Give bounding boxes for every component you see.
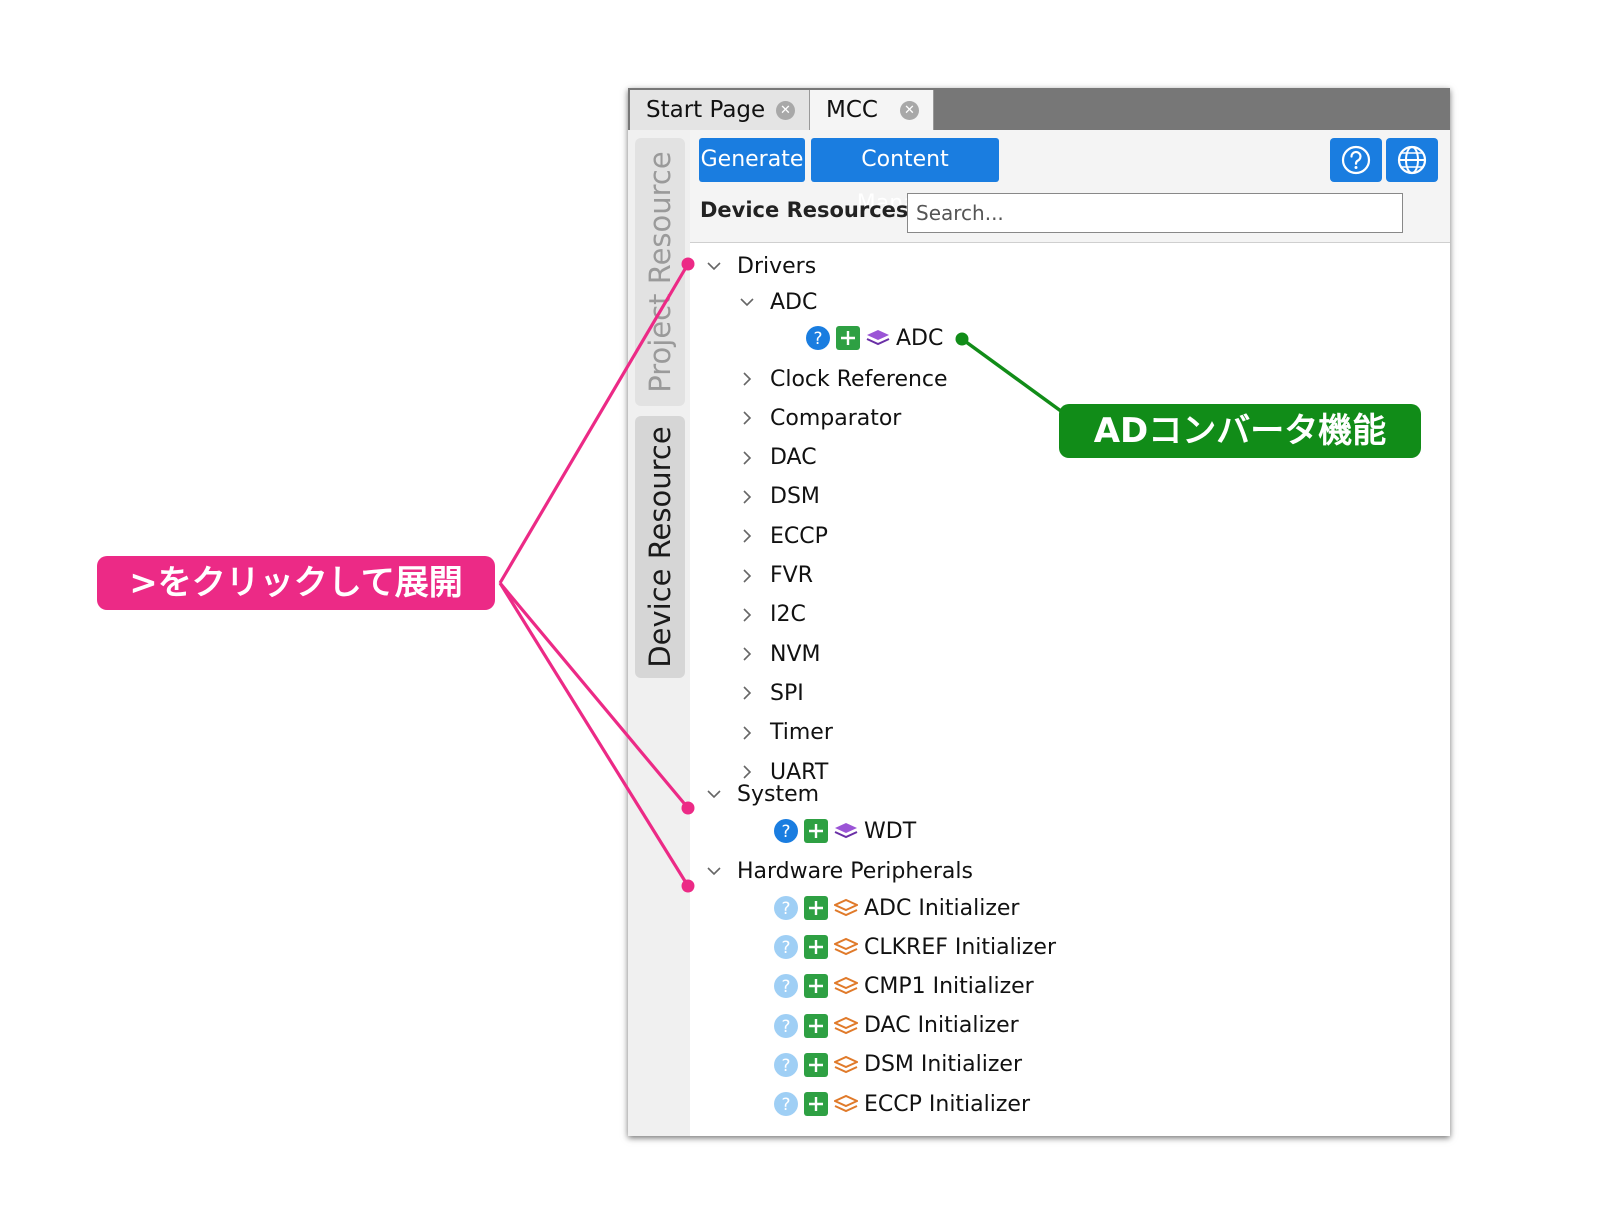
annotation-adc-feature: ADコンバータ機能	[1059, 404, 1421, 458]
annotation-expand: >をクリックして展開	[97, 556, 495, 610]
